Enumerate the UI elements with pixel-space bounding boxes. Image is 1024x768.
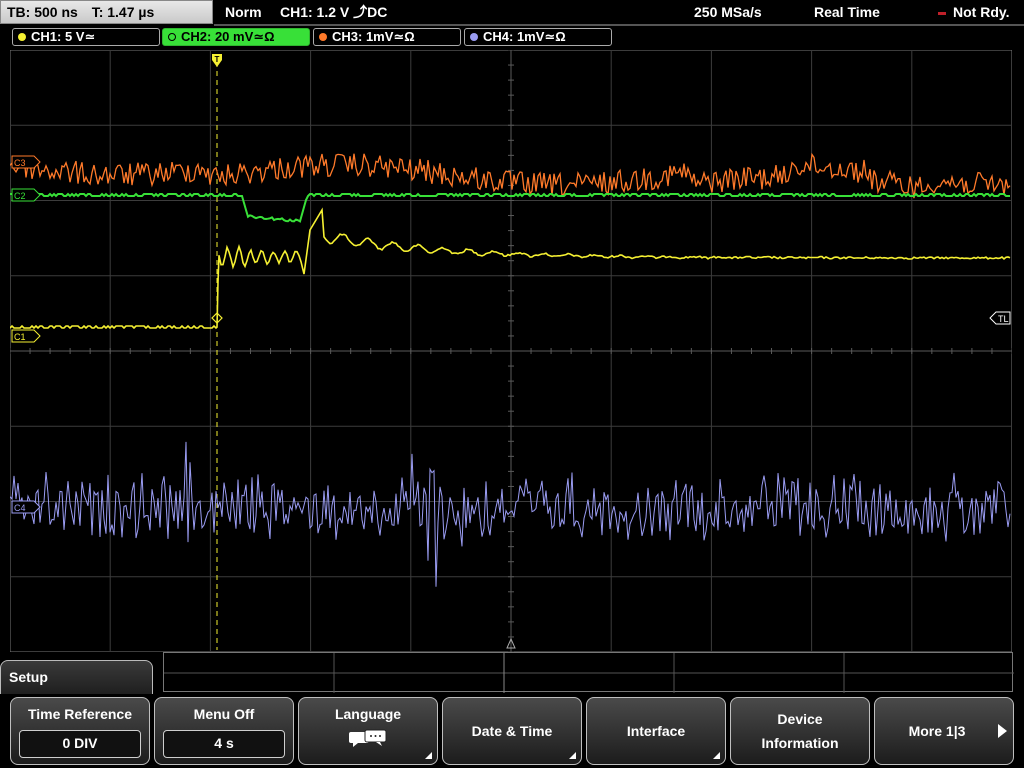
submenu-indicator-icon	[569, 752, 576, 759]
status-bar: TB: 500 ns T: 1.47 µs Norm CH1: 1.2 V ⤴D…	[0, 0, 1024, 26]
speech-bubbles-icon	[349, 729, 387, 747]
channel-label: CH3: 1mV≃Ω	[332, 29, 415, 44]
submenu-indicator-icon	[425, 752, 432, 759]
channel-label: CH4: 1mV≃Ω	[483, 29, 566, 44]
softkey-label-line2: Information	[761, 735, 839, 751]
ch3-color-icon	[319, 33, 327, 41]
softkey-label: Time Reference	[27, 706, 132, 722]
ch4-marker-label: C4	[14, 503, 26, 513]
channel-label: CH2: 20 mV≃Ω	[181, 29, 275, 44]
channel-tab-ch3[interactable]: CH3: 1mV≃Ω	[313, 28, 461, 46]
divider	[214, 24, 1024, 26]
submenu-indicator-icon	[713, 752, 720, 759]
ch1-offset-marker[interactable]: C1	[11, 329, 41, 343]
ch3-marker-label: C3	[14, 158, 26, 168]
trigger-marker-label: T	[215, 55, 220, 64]
device-information-softkey[interactable]: Device Information	[730, 697, 870, 765]
ch2-offset-marker[interactable]: C2	[11, 188, 41, 202]
channel-tab-ch4[interactable]: CH4: 1mV≃Ω	[464, 28, 612, 46]
zoom-time-strip	[163, 652, 1014, 693]
strip-grid	[164, 653, 1014, 693]
softkey-label: Menu Off	[193, 706, 255, 722]
ch1-marker-label: C1	[14, 332, 26, 342]
ch1-color-icon	[18, 33, 26, 41]
ch3-offset-marker[interactable]: C3	[11, 155, 41, 169]
menu-title: Setup	[0, 660, 153, 694]
time-reference-softkey[interactable]: Time Reference 0 DIV	[10, 697, 150, 765]
ch2-color-icon	[168, 33, 176, 41]
status-indicator	[938, 12, 946, 15]
date-time-softkey[interactable]: Date & Time	[442, 697, 582, 765]
softkey-label: More 1|3	[908, 723, 966, 739]
interface-softkey[interactable]: Interface	[586, 697, 726, 765]
waveform-display[interactable]: T C3 C2 C1 C4 TL	[10, 50, 1012, 652]
trigger-setting[interactable]: CH1: 1.2 V ⤴DC	[280, 0, 387, 24]
channel-tab-ch2[interactable]: CH2: 20 mV≃Ω	[162, 28, 310, 46]
acquisition-mode: Real Time	[814, 4, 880, 20]
channel-label: CH1: 5 V≃	[31, 29, 96, 44]
softkey-label: Interface	[626, 723, 686, 739]
ch4-color-icon	[470, 33, 478, 41]
channel-tab-ch1[interactable]: CH1: 5 V≃	[12, 28, 160, 46]
trigger-level-label: TL	[998, 314, 1009, 324]
menu-off-softkey[interactable]: Menu Off 4 s	[154, 697, 294, 765]
menu-off-value[interactable]: 4 s	[163, 730, 285, 758]
timebase-box[interactable]: TB: 500 ns T: 1.47 µs	[0, 0, 213, 24]
trigger-mode[interactable]: Norm	[225, 0, 262, 24]
time-reference-value[interactable]: 0 DIV	[19, 730, 141, 758]
more-softkey[interactable]: More 1|3	[874, 697, 1014, 765]
timebase-value: TB: 500 ns	[7, 4, 78, 20]
ch2-marker-label: C2	[14, 191, 26, 201]
ch4-offset-marker[interactable]: C4	[11, 500, 41, 514]
next-page-icon	[998, 724, 1007, 738]
trigger-time-value: T: 1.47 µs	[91, 4, 155, 20]
language-softkey[interactable]: Language	[298, 697, 438, 765]
softkey-label-line1: Device	[777, 711, 823, 727]
softkey-label: Language	[334, 706, 402, 722]
acquisition-status: Not Rdy.	[953, 4, 1010, 20]
sample-rate: 250 MSa/s	[694, 4, 762, 20]
softkey-label: Date & Time	[471, 723, 553, 739]
